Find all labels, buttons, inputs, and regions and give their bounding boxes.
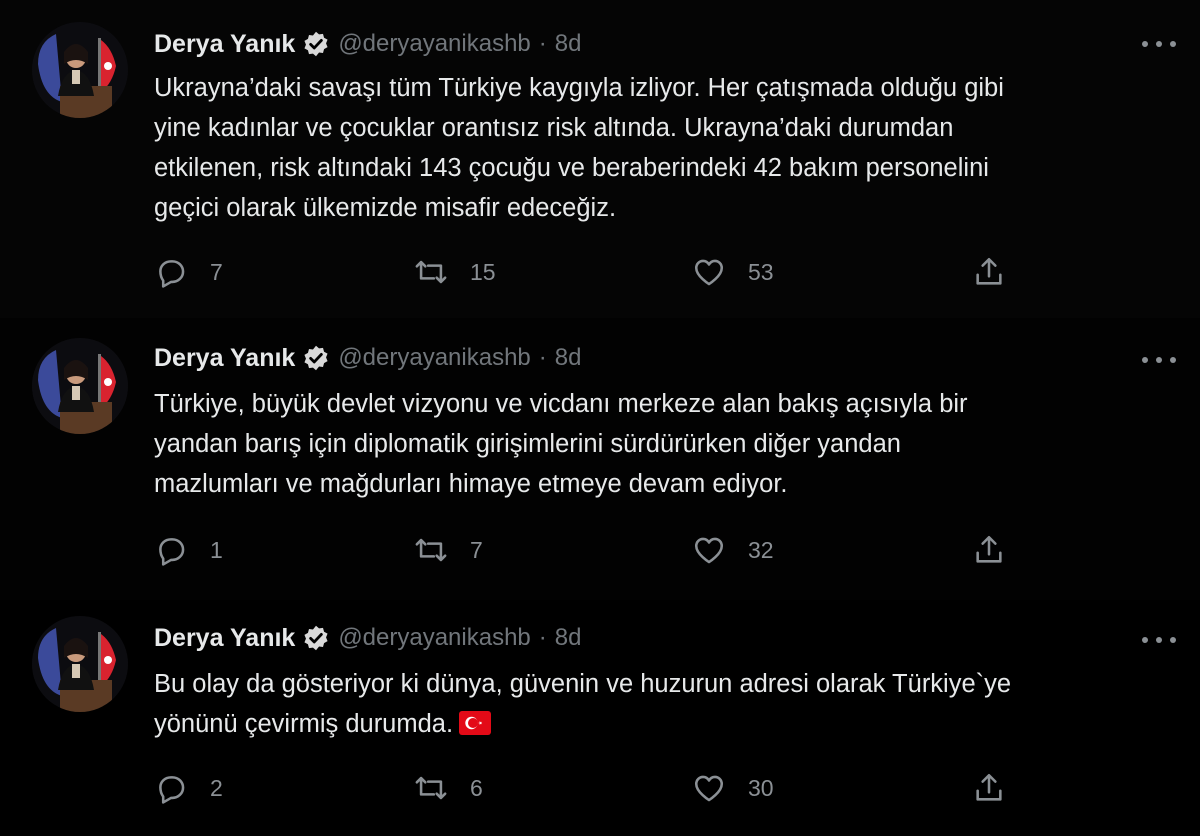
like-count: 30 bbox=[748, 774, 774, 801]
timestamp[interactable]: 8d bbox=[555, 344, 582, 372]
author-handle[interactable]: @deryayanikashb bbox=[338, 624, 530, 652]
tweet-actions: 7 15 53 bbox=[154, 252, 1014, 292]
more-icon[interactable] bbox=[1142, 350, 1176, 370]
tweet-header: Derya Yanık @deryayanikashb · 8d bbox=[154, 340, 581, 376]
author-handle[interactable]: @deryayanikashb bbox=[338, 30, 530, 58]
share-icon bbox=[972, 255, 1006, 289]
retweet-icon bbox=[414, 255, 448, 289]
tweet-text: Bu olay da gösteriyor ki dünya, güvenin … bbox=[154, 664, 1154, 744]
share-button[interactable] bbox=[972, 252, 1006, 292]
separator-dot: · bbox=[538, 344, 547, 371]
retweet-count: 7 bbox=[470, 536, 483, 563]
avatar[interactable] bbox=[32, 22, 128, 118]
tweet-actions: 2 6 30 bbox=[154, 768, 1014, 808]
like-button[interactable]: 32 bbox=[692, 530, 774, 570]
like-icon bbox=[692, 255, 726, 289]
tweet[interactable]: Derya Yanık @deryayanikashb · 8d Türkiye… bbox=[0, 318, 1200, 600]
turkey-flag-emoji bbox=[459, 711, 492, 735]
tweet-header: Derya Yanık @deryayanikashb · 8d bbox=[154, 26, 581, 62]
reply-count: 2 bbox=[210, 774, 223, 801]
retweet-button[interactable]: 6 bbox=[414, 768, 483, 808]
author-name[interactable]: Derya Yanık bbox=[154, 30, 295, 59]
reply-icon bbox=[154, 771, 188, 805]
more-icon[interactable] bbox=[1142, 630, 1176, 650]
tweet-text-line: etkilenen, risk altındaki 143 çocuğu ve … bbox=[154, 154, 989, 182]
like-button[interactable]: 53 bbox=[692, 252, 774, 292]
tweet-text-line: mazlumları ve mağdurları himaye etmeye d… bbox=[154, 470, 788, 498]
reply-count: 7 bbox=[210, 258, 223, 285]
tweet-actions: 1 7 32 bbox=[154, 530, 1014, 570]
author-handle[interactable]: @deryayanikashb bbox=[338, 344, 530, 372]
tweet-text: Türkiye, büyük devlet vizyonu ve vicdanı… bbox=[154, 384, 1154, 504]
share-button[interactable] bbox=[972, 768, 1006, 808]
tweet-text-segment: yönünü çevirmiş durumda. bbox=[154, 710, 454, 738]
timestamp[interactable]: 8d bbox=[555, 30, 582, 58]
retweet-count: 15 bbox=[470, 258, 496, 285]
tweet[interactable]: Derya Yanık @deryayanikashb · 8d Bu olay… bbox=[0, 600, 1200, 836]
timestamp[interactable]: 8d bbox=[555, 624, 582, 652]
author-name[interactable]: Derya Yanık bbox=[154, 624, 295, 653]
tweet-text-line: geçici olarak ülkemizde misafir edeceğiz… bbox=[154, 194, 617, 222]
verified-badge-icon bbox=[302, 30, 330, 58]
tweet-text-line: yandan barış için diplomatik girişimleri… bbox=[154, 430, 901, 458]
avatar[interactable] bbox=[32, 616, 128, 712]
share-icon bbox=[972, 771, 1006, 805]
retweet-icon bbox=[414, 533, 448, 567]
reply-button[interactable]: 1 bbox=[154, 530, 223, 570]
verified-badge-icon bbox=[302, 344, 330, 372]
reply-icon bbox=[154, 255, 188, 289]
like-count: 32 bbox=[748, 536, 774, 563]
tweet-text: Ukrayna’daki savaşı tüm Türkiye kaygıyla… bbox=[154, 68, 1154, 228]
tweet[interactable]: Derya Yanık @deryayanikashb · 8d Ukrayna… bbox=[0, 0, 1200, 318]
share-icon bbox=[972, 533, 1006, 567]
reply-icon bbox=[154, 533, 188, 567]
separator-dot: · bbox=[538, 624, 547, 651]
tweet-header: Derya Yanık @deryayanikashb · 8d bbox=[154, 620, 581, 656]
separator-dot: · bbox=[538, 30, 547, 57]
like-button[interactable]: 30 bbox=[692, 768, 774, 808]
author-name[interactable]: Derya Yanık bbox=[154, 344, 295, 373]
reply-button[interactable]: 7 bbox=[154, 252, 223, 292]
tweet-text-line: Türkiye, büyük devlet vizyonu ve vicdanı… bbox=[154, 390, 968, 418]
retweet-button[interactable]: 15 bbox=[414, 252, 496, 292]
retweet-count: 6 bbox=[470, 774, 483, 801]
tweet-text-line: Bu olay da gösteriyor ki dünya, güvenin … bbox=[154, 670, 1012, 698]
retweet-button[interactable]: 7 bbox=[414, 530, 483, 570]
verified-badge-icon bbox=[302, 624, 330, 652]
share-button[interactable] bbox=[972, 530, 1006, 570]
reply-button[interactable]: 2 bbox=[154, 768, 223, 808]
like-count: 53 bbox=[748, 258, 774, 285]
retweet-icon bbox=[414, 771, 448, 805]
like-icon bbox=[692, 533, 726, 567]
tweet-text-line: Ukrayna’daki savaşı tüm Türkiye kaygıyla… bbox=[154, 74, 1004, 102]
more-icon[interactable] bbox=[1142, 34, 1176, 54]
reply-count: 1 bbox=[210, 536, 223, 563]
tweet-thread: Derya Yanık @deryayanikashb · 8d Ukrayna… bbox=[0, 0, 1200, 836]
tweet-text-line: yönünü çevirmiş durumda. bbox=[154, 704, 1154, 744]
like-icon bbox=[692, 771, 726, 805]
avatar[interactable] bbox=[32, 338, 128, 434]
tweet-text-line: yine kadınlar ve çocuklar orantısız risk… bbox=[154, 114, 954, 142]
